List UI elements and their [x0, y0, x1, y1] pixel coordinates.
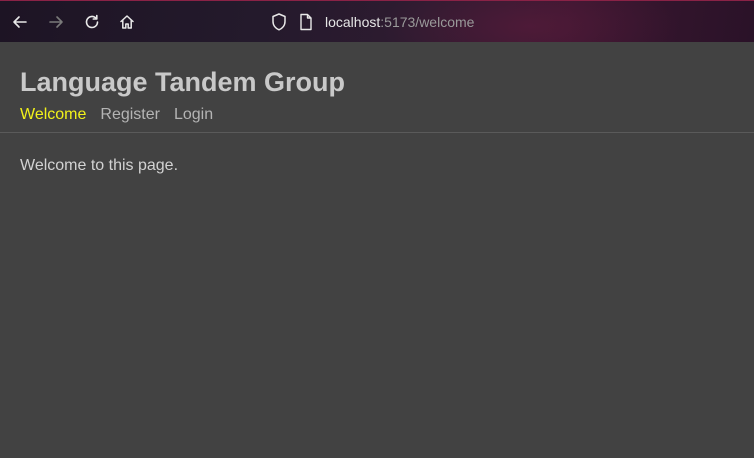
nav-link-register[interactable]: Register [100, 104, 160, 126]
url-host: localhost [325, 14, 381, 30]
nav-link-welcome[interactable]: Welcome [20, 104, 86, 126]
browser-toolbar: localhost:5173/welcome [0, 0, 754, 42]
page-title: Language Tandem Group [20, 67, 346, 97]
header-divider [0, 132, 754, 133]
forward-arrow-icon[interactable] [46, 12, 66, 32]
shield-icon[interactable] [270, 12, 288, 37]
home-icon[interactable] [117, 12, 137, 32]
url-path: :5173/welcome [380, 14, 475, 30]
page-content: Language Tandem Group Welcome Register L… [0, 42, 754, 458]
main-nav: Welcome Register Login [20, 104, 213, 126]
page-icon [299, 13, 313, 36]
url-bar[interactable]: localhost:5173/welcome [268, 10, 508, 34]
url-text[interactable]: localhost:5173/welcome [325, 14, 474, 30]
reload-icon[interactable] [82, 12, 102, 32]
welcome-message: Welcome to this page. [20, 157, 179, 174]
nav-link-login[interactable]: Login [174, 104, 213, 126]
back-arrow-icon[interactable] [10, 12, 30, 32]
